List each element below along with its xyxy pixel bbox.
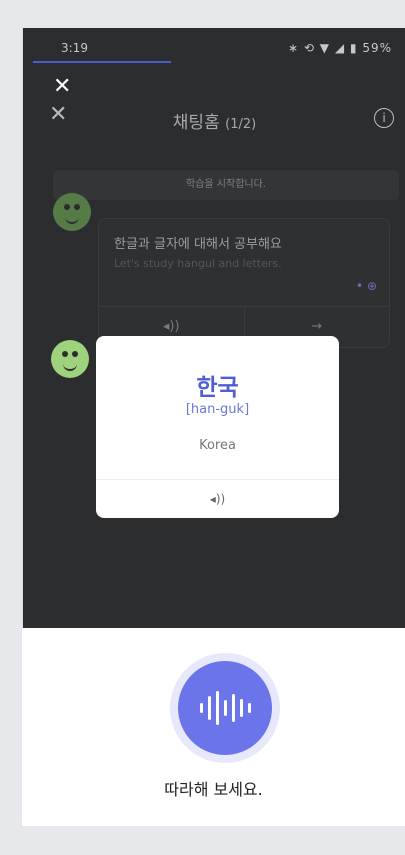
speaker-icon[interactable]: ◂))	[96, 479, 339, 518]
lesson-progress	[33, 61, 171, 63]
signal-icon: ◢	[334, 41, 346, 55]
wifi-icon: ▼	[319, 41, 330, 55]
bluetooth-icon: ∗	[287, 41, 300, 55]
battery-icon: ▮	[349, 41, 358, 55]
card-meaning: Korea	[199, 438, 236, 453]
avatar	[53, 193, 91, 231]
status-bar: 3:19 ∗ ⟲ ▼ ◢ ▮ 59%	[23, 28, 405, 58]
battery-percent: 59%	[362, 41, 392, 55]
record-panel: 따라해 보세요.	[22, 628, 405, 826]
word-card: 한국 [han-guk] Korea ◂))	[96, 336, 339, 518]
translate-icon[interactable]: • ⊕	[356, 279, 377, 293]
status-time: 3:19	[61, 41, 88, 55]
waveform-icon	[178, 661, 272, 755]
start-notice: 학습을 시작합니다.	[53, 170, 399, 200]
chat-bubble: 한글과 글자에 대해서 공부해요 Let's study hangul and …	[98, 218, 390, 348]
title-text: 채팅홈	[172, 113, 220, 133]
card-romanization: [han-guk]	[185, 402, 250, 417]
header: ✕ 채팅홈 (1/2) i	[23, 90, 405, 134]
page-title: 채팅홈 (1/2)	[23, 108, 405, 133]
card-word: 한국	[196, 375, 239, 401]
info-icon[interactable]: i	[374, 108, 394, 128]
bubble-korean: 한글과 글자에 대해서 공부해요	[114, 237, 282, 252]
bubble-english: Let's study hangul and letters.	[114, 257, 282, 270]
sync-icon: ⟲	[303, 41, 315, 55]
record-button[interactable]	[178, 661, 272, 755]
title-count: (1/2)	[225, 117, 257, 132]
avatar	[51, 340, 89, 378]
repeat-prompt: 따라해 보세요.	[164, 780, 263, 799]
status-icons: ∗ ⟲ ▼ ◢ ▮ 59%	[288, 41, 392, 55]
